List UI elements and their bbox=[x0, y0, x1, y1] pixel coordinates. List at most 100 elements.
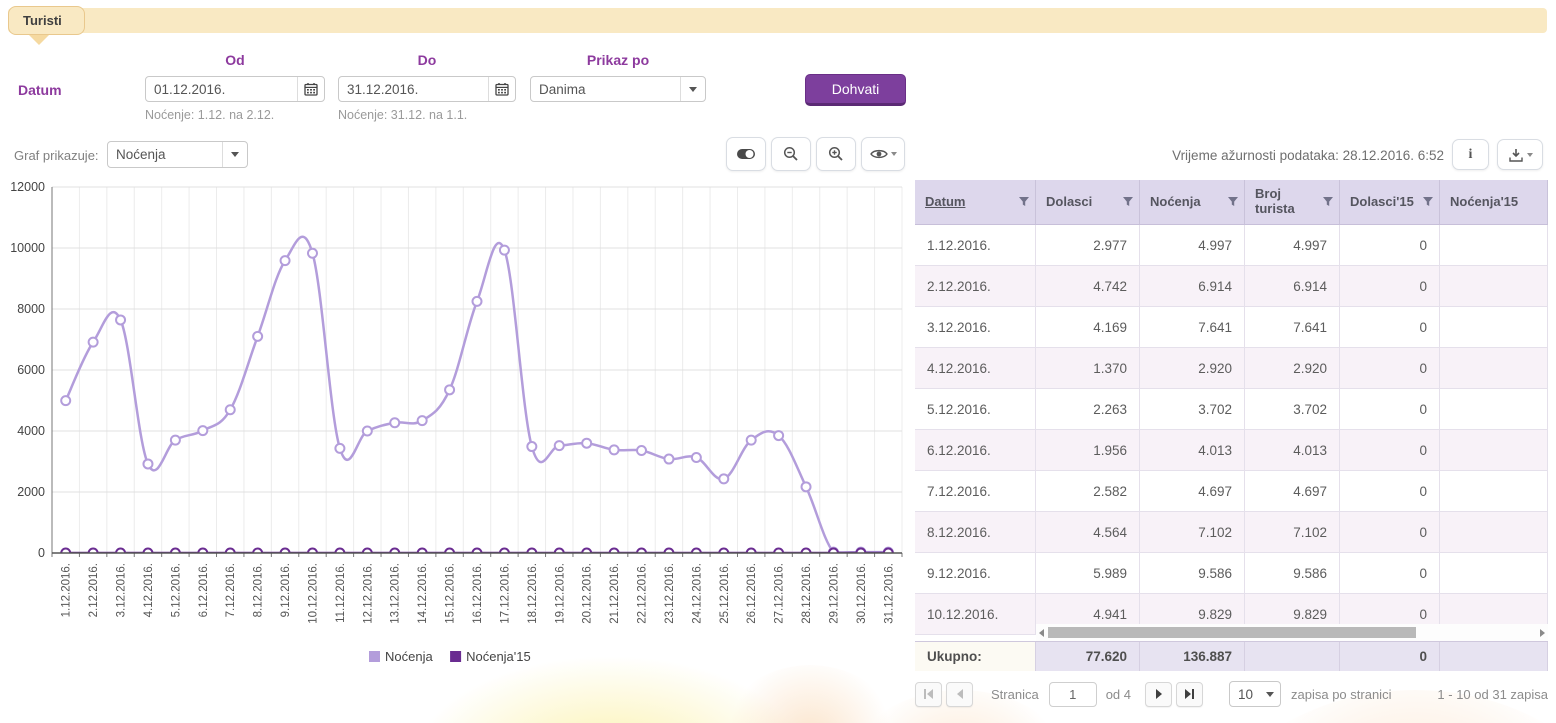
cell-value: 0 bbox=[1340, 512, 1440, 552]
table-row: 2.12.2016.4.7426.9146.9140 bbox=[915, 266, 1548, 307]
totals-label: Ukupno: bbox=[915, 642, 1036, 671]
cell-date: 8.12.2016. bbox=[915, 512, 1036, 552]
column-header-label: Broj turista bbox=[1255, 187, 1323, 217]
records-range-label: 1 - 10 od 31 zapisa bbox=[1437, 687, 1548, 702]
svg-text:30.12.2016.: 30.12.2016. bbox=[856, 563, 868, 624]
calendar-icon bbox=[304, 82, 318, 96]
column-header-label: Noćenja'15 bbox=[1450, 195, 1541, 210]
page-size-value: 10 bbox=[1230, 687, 1260, 702]
first-page-button[interactable] bbox=[915, 682, 942, 707]
svg-text:31.12.2016.: 31.12.2016. bbox=[883, 563, 895, 624]
cell-value: 0 bbox=[1340, 389, 1440, 429]
graf-prikazuje-label: Graf prikazuje: bbox=[14, 148, 99, 163]
date-to-input[interactable] bbox=[339, 82, 488, 97]
filter-icon[interactable] bbox=[1228, 197, 1238, 207]
cell-value: 2.582 bbox=[1036, 471, 1140, 511]
svg-text:Noćenja: Noćenja bbox=[385, 649, 433, 664]
page-number-input[interactable] bbox=[1049, 682, 1097, 707]
tab-turisti-label: Turisti bbox=[23, 13, 62, 28]
svg-text:23.12.2016.: 23.12.2016. bbox=[664, 563, 676, 624]
cell-value: 0 bbox=[1340, 307, 1440, 347]
cell-value: 4.742 bbox=[1036, 266, 1140, 306]
zoom-out-button[interactable] bbox=[771, 137, 811, 171]
cell-value: 2.920 bbox=[1140, 348, 1245, 388]
column-header-0[interactable]: Datum bbox=[915, 180, 1036, 224]
tab-turisti[interactable]: Turisti bbox=[8, 6, 85, 35]
export-download-button[interactable] bbox=[1497, 139, 1543, 170]
svg-text:3.12.2016.: 3.12.2016. bbox=[116, 563, 128, 617]
prev-page-button[interactable] bbox=[946, 682, 973, 707]
cell-date: 7.12.2016. bbox=[915, 471, 1036, 511]
svg-text:12000: 12000 bbox=[10, 180, 45, 194]
datum-row-label: Datum bbox=[18, 82, 62, 98]
cell-value: 1.370 bbox=[1036, 348, 1140, 388]
cell-date: 9.12.2016. bbox=[915, 553, 1036, 593]
scroll-left-icon[interactable] bbox=[1039, 629, 1044, 637]
cell-value bbox=[1440, 348, 1548, 388]
graf-prikazuje-select-value: Noćenja bbox=[108, 147, 222, 162]
download-icon bbox=[1508, 148, 1524, 162]
info-button[interactable]: i bbox=[1452, 139, 1489, 170]
svg-text:26.12.2016.: 26.12.2016. bbox=[746, 563, 758, 624]
svg-text:27.12.2016.: 27.12.2016. bbox=[774, 563, 786, 624]
graf-prikazuje-select[interactable]: Noćenja bbox=[107, 141, 248, 168]
table-header-row: DatumDolasci Noćenja Broj turista Dolasci'1… bbox=[915, 180, 1548, 225]
scroll-right-icon[interactable] bbox=[1540, 629, 1545, 637]
last-page-icon bbox=[1192, 689, 1194, 699]
page-label: Stranica bbox=[991, 687, 1039, 702]
svg-text:2000: 2000 bbox=[17, 485, 45, 499]
zoom-in-button[interactable] bbox=[816, 137, 856, 171]
column-header-4[interactable]: Dolasci'15 bbox=[1340, 180, 1440, 224]
svg-text:19.12.2016.: 19.12.2016. bbox=[554, 563, 566, 624]
dohvati-button[interactable]: Dohvati bbox=[805, 74, 906, 106]
filter-icon[interactable] bbox=[1323, 197, 1333, 207]
column-header-label: Dolasci'15 bbox=[1350, 195, 1423, 210]
cell-value: 4.013 bbox=[1245, 430, 1340, 470]
date-from-calendar-button[interactable] bbox=[297, 77, 324, 101]
cell-date: 2.12.2016. bbox=[915, 266, 1036, 306]
filter-icon[interactable] bbox=[1123, 197, 1133, 207]
scrollbar-thumb[interactable] bbox=[1048, 627, 1416, 638]
svg-text:1.12.2016.: 1.12.2016. bbox=[61, 563, 73, 617]
svg-text:12.12.2016.: 12.12.2016. bbox=[362, 563, 374, 624]
cell-value: 6.914 bbox=[1245, 266, 1340, 306]
svg-text:13.12.2016.: 13.12.2016. bbox=[390, 563, 402, 624]
select-arrow-segment bbox=[222, 142, 247, 167]
first-page-icon bbox=[924, 689, 926, 699]
totals-value bbox=[1440, 642, 1548, 671]
column-header-2[interactable]: Noćenja bbox=[1140, 180, 1245, 224]
date-from-input[interactable] bbox=[146, 82, 297, 97]
column-header-1[interactable]: Dolasci bbox=[1036, 180, 1140, 224]
svg-text:29.12.2016.: 29.12.2016. bbox=[828, 563, 840, 624]
zoom-in-icon bbox=[828, 146, 844, 162]
cell-value: 4.697 bbox=[1245, 471, 1340, 511]
svg-text:10000: 10000 bbox=[10, 241, 45, 255]
date-to-calendar-button[interactable] bbox=[488, 77, 515, 101]
table-row: 1.12.2016.2.9774.9974.9970 bbox=[915, 225, 1548, 266]
filter-icon[interactable] bbox=[1019, 197, 1029, 207]
table-row: 7.12.2016.2.5824.6974.6970 bbox=[915, 471, 1548, 512]
section-header-bar bbox=[8, 8, 1547, 33]
column-header-label: Noćenja bbox=[1150, 195, 1228, 210]
svg-text:21.12.2016.: 21.12.2016. bbox=[609, 563, 621, 624]
series-visibility-button[interactable] bbox=[861, 137, 905, 171]
cell-value: 0 bbox=[1340, 225, 1440, 265]
svg-text:24.12.2016.: 24.12.2016. bbox=[691, 563, 703, 624]
filter-icon[interactable] bbox=[1423, 197, 1433, 207]
prikaz-po-select[interactable]: Danima bbox=[530, 76, 706, 102]
page-size-select[interactable]: 10 bbox=[1229, 681, 1281, 707]
cell-value: 7.641 bbox=[1245, 307, 1340, 347]
svg-text:6000: 6000 bbox=[17, 363, 45, 377]
last-page-button[interactable] bbox=[1176, 682, 1203, 707]
column-header-3[interactable]: Broj turista bbox=[1245, 180, 1340, 224]
next-page-button[interactable] bbox=[1145, 682, 1172, 707]
horizontal-scrollbar[interactable] bbox=[1036, 624, 1548, 641]
column-header-5[interactable]: Noćenja'15 bbox=[1440, 180, 1548, 224]
svg-text:5.12.2016.: 5.12.2016. bbox=[170, 563, 182, 617]
svg-text:4.12.2016.: 4.12.2016. bbox=[143, 563, 155, 617]
chart-toggle-button[interactable] bbox=[726, 137, 766, 171]
toggle-switch-icon bbox=[736, 148, 756, 160]
nocenja-line-chart: 0200040006000800010000120001.12.2016.2.1… bbox=[6, 179, 908, 679]
cell-date: 5.12.2016. bbox=[915, 389, 1036, 429]
info-icon: i bbox=[1469, 147, 1473, 163]
